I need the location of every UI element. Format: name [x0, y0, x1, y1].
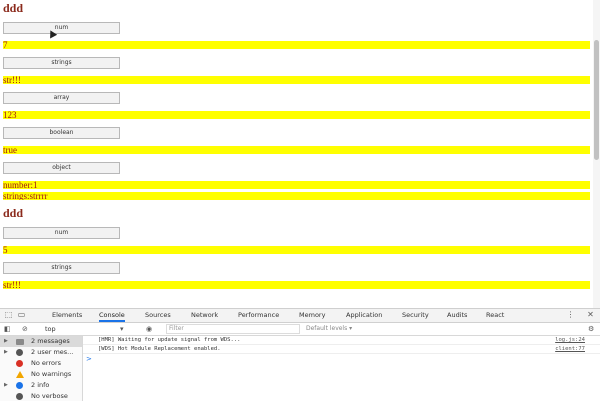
info-icon	[16, 382, 23, 389]
gear-icon[interactable]: ⚙	[588, 324, 594, 334]
tab-security[interactable]: Security	[402, 309, 429, 321]
inspect-element-icon[interactable]: ⬚	[4, 311, 13, 319]
object-button[interactable]: object	[3, 162, 120, 174]
output-line: str!!!	[3, 76, 590, 84]
boolean-button[interactable]: boolean	[3, 127, 120, 139]
output-line: strings:strrrr	[3, 192, 590, 200]
log-levels-select[interactable]: Default levels ▾	[306, 324, 352, 334]
context-select[interactable]: top	[45, 324, 56, 334]
output-line: 7	[3, 41, 590, 49]
message-text: [HMR] Waiting for update signal from WDS…	[98, 337, 241, 343]
output-line: true	[3, 146, 590, 154]
num-button[interactable]: num	[3, 22, 120, 34]
sidebar-item-label: No verbose	[31, 392, 68, 400]
tab-elements[interactable]: Elements	[52, 309, 82, 321]
strings-button[interactable]: strings	[3, 57, 120, 69]
output-line: number:1	[3, 181, 590, 189]
tab-react[interactable]: React	[486, 309, 504, 321]
scrollbar-thumb[interactable]	[594, 40, 599, 160]
list-icon	[16, 339, 24, 345]
console-messages: [HMR] Waiting for update signal from WDS…	[83, 336, 600, 401]
output-line: 5	[3, 246, 590, 254]
sidebar-item-info[interactable]: ▶ 2 info	[0, 380, 82, 391]
console-message: [WDS] Hot Module Replacement enabled. cl…	[83, 345, 600, 354]
tab-performance[interactable]: Performance	[238, 309, 279, 321]
sidebar-item-user-messages[interactable]: ▶ 2 user mes...	[0, 347, 82, 358]
sidebar-item-label: No errors	[31, 359, 62, 367]
sidebar-item-label: 2 user mes...	[31, 348, 74, 356]
eye-icon[interactable]: ◉	[146, 324, 152, 334]
sidebar-item-messages[interactable]: ▶ 2 messages	[0, 336, 82, 347]
section-heading: ddd	[3, 206, 24, 220]
console-toolbar: ◧ ⊘ top ▾ ◉ Filter Default levels ▾ ⚙	[0, 323, 600, 336]
strings-button[interactable]: strings	[3, 262, 120, 274]
warning-icon	[16, 371, 24, 378]
filter-input[interactable]: Filter	[166, 324, 300, 334]
tab-application[interactable]: Application	[346, 309, 382, 321]
user-icon	[16, 349, 23, 356]
output-line: 123	[3, 111, 590, 119]
page-area: ddd num 7 strings str!!! array 123 boole…	[0, 0, 600, 308]
device-toolbar-icon[interactable]: ▭	[17, 311, 26, 319]
message-source-link[interactable]: log.js:24	[555, 336, 585, 344]
array-button[interactable]: array	[3, 92, 120, 104]
tab-sources[interactable]: Sources	[145, 309, 171, 321]
output-line: str!!!	[3, 281, 590, 289]
sidebar-item-errors[interactable]: No errors	[0, 358, 82, 369]
devtools-panel: ⬚ ▭ Elements Console Sources Network Per…	[0, 308, 600, 401]
sidebar-item-label: 2 info	[31, 381, 50, 389]
close-icon[interactable]: ✕	[586, 311, 595, 319]
console-prompt[interactable]: >	[86, 355, 92, 363]
tab-memory[interactable]: Memory	[299, 309, 325, 321]
expand-arrow-icon[interactable]: ▶	[4, 347, 8, 358]
section-heading: ddd	[3, 1, 24, 15]
console-sidebar: ▶ 2 messages ▶ 2 user mes... No errors N…	[0, 336, 83, 401]
tab-audits[interactable]: Audits	[447, 309, 467, 321]
sidebar-toggle-icon[interactable]: ◧	[4, 324, 11, 334]
clear-console-icon[interactable]: ⊘	[22, 324, 28, 334]
sidebar-item-label: 2 messages	[31, 337, 70, 345]
verbose-icon	[16, 393, 23, 400]
more-options-icon[interactable]: ⋮	[566, 311, 575, 319]
page-scrollbar[interactable]	[593, 0, 600, 308]
chevron-down-icon[interactable]: ▾	[120, 324, 124, 334]
expand-arrow-icon[interactable]: ▶	[4, 336, 8, 347]
error-icon	[16, 360, 23, 367]
sidebar-item-label: No warnings	[31, 370, 72, 378]
devtools-tabbar: ⬚ ▭ Elements Console Sources Network Per…	[0, 309, 600, 323]
message-text: [WDS] Hot Module Replacement enabled.	[98, 346, 221, 352]
tab-console[interactable]: Console	[99, 309, 125, 322]
sidebar-item-warnings[interactable]: No warnings	[0, 369, 82, 380]
expand-arrow-icon[interactable]: ▶	[4, 380, 8, 391]
page-content: ddd num 7 strings str!!! array 123 boole…	[3, 0, 590, 289]
message-source-link[interactable]: client:77	[555, 345, 585, 353]
tab-network[interactable]: Network	[191, 309, 218, 321]
num-button[interactable]: num	[3, 227, 120, 239]
console-message: [HMR] Waiting for update signal from WDS…	[83, 336, 600, 345]
sidebar-item-verbose[interactable]: No verbose	[0, 391, 82, 402]
